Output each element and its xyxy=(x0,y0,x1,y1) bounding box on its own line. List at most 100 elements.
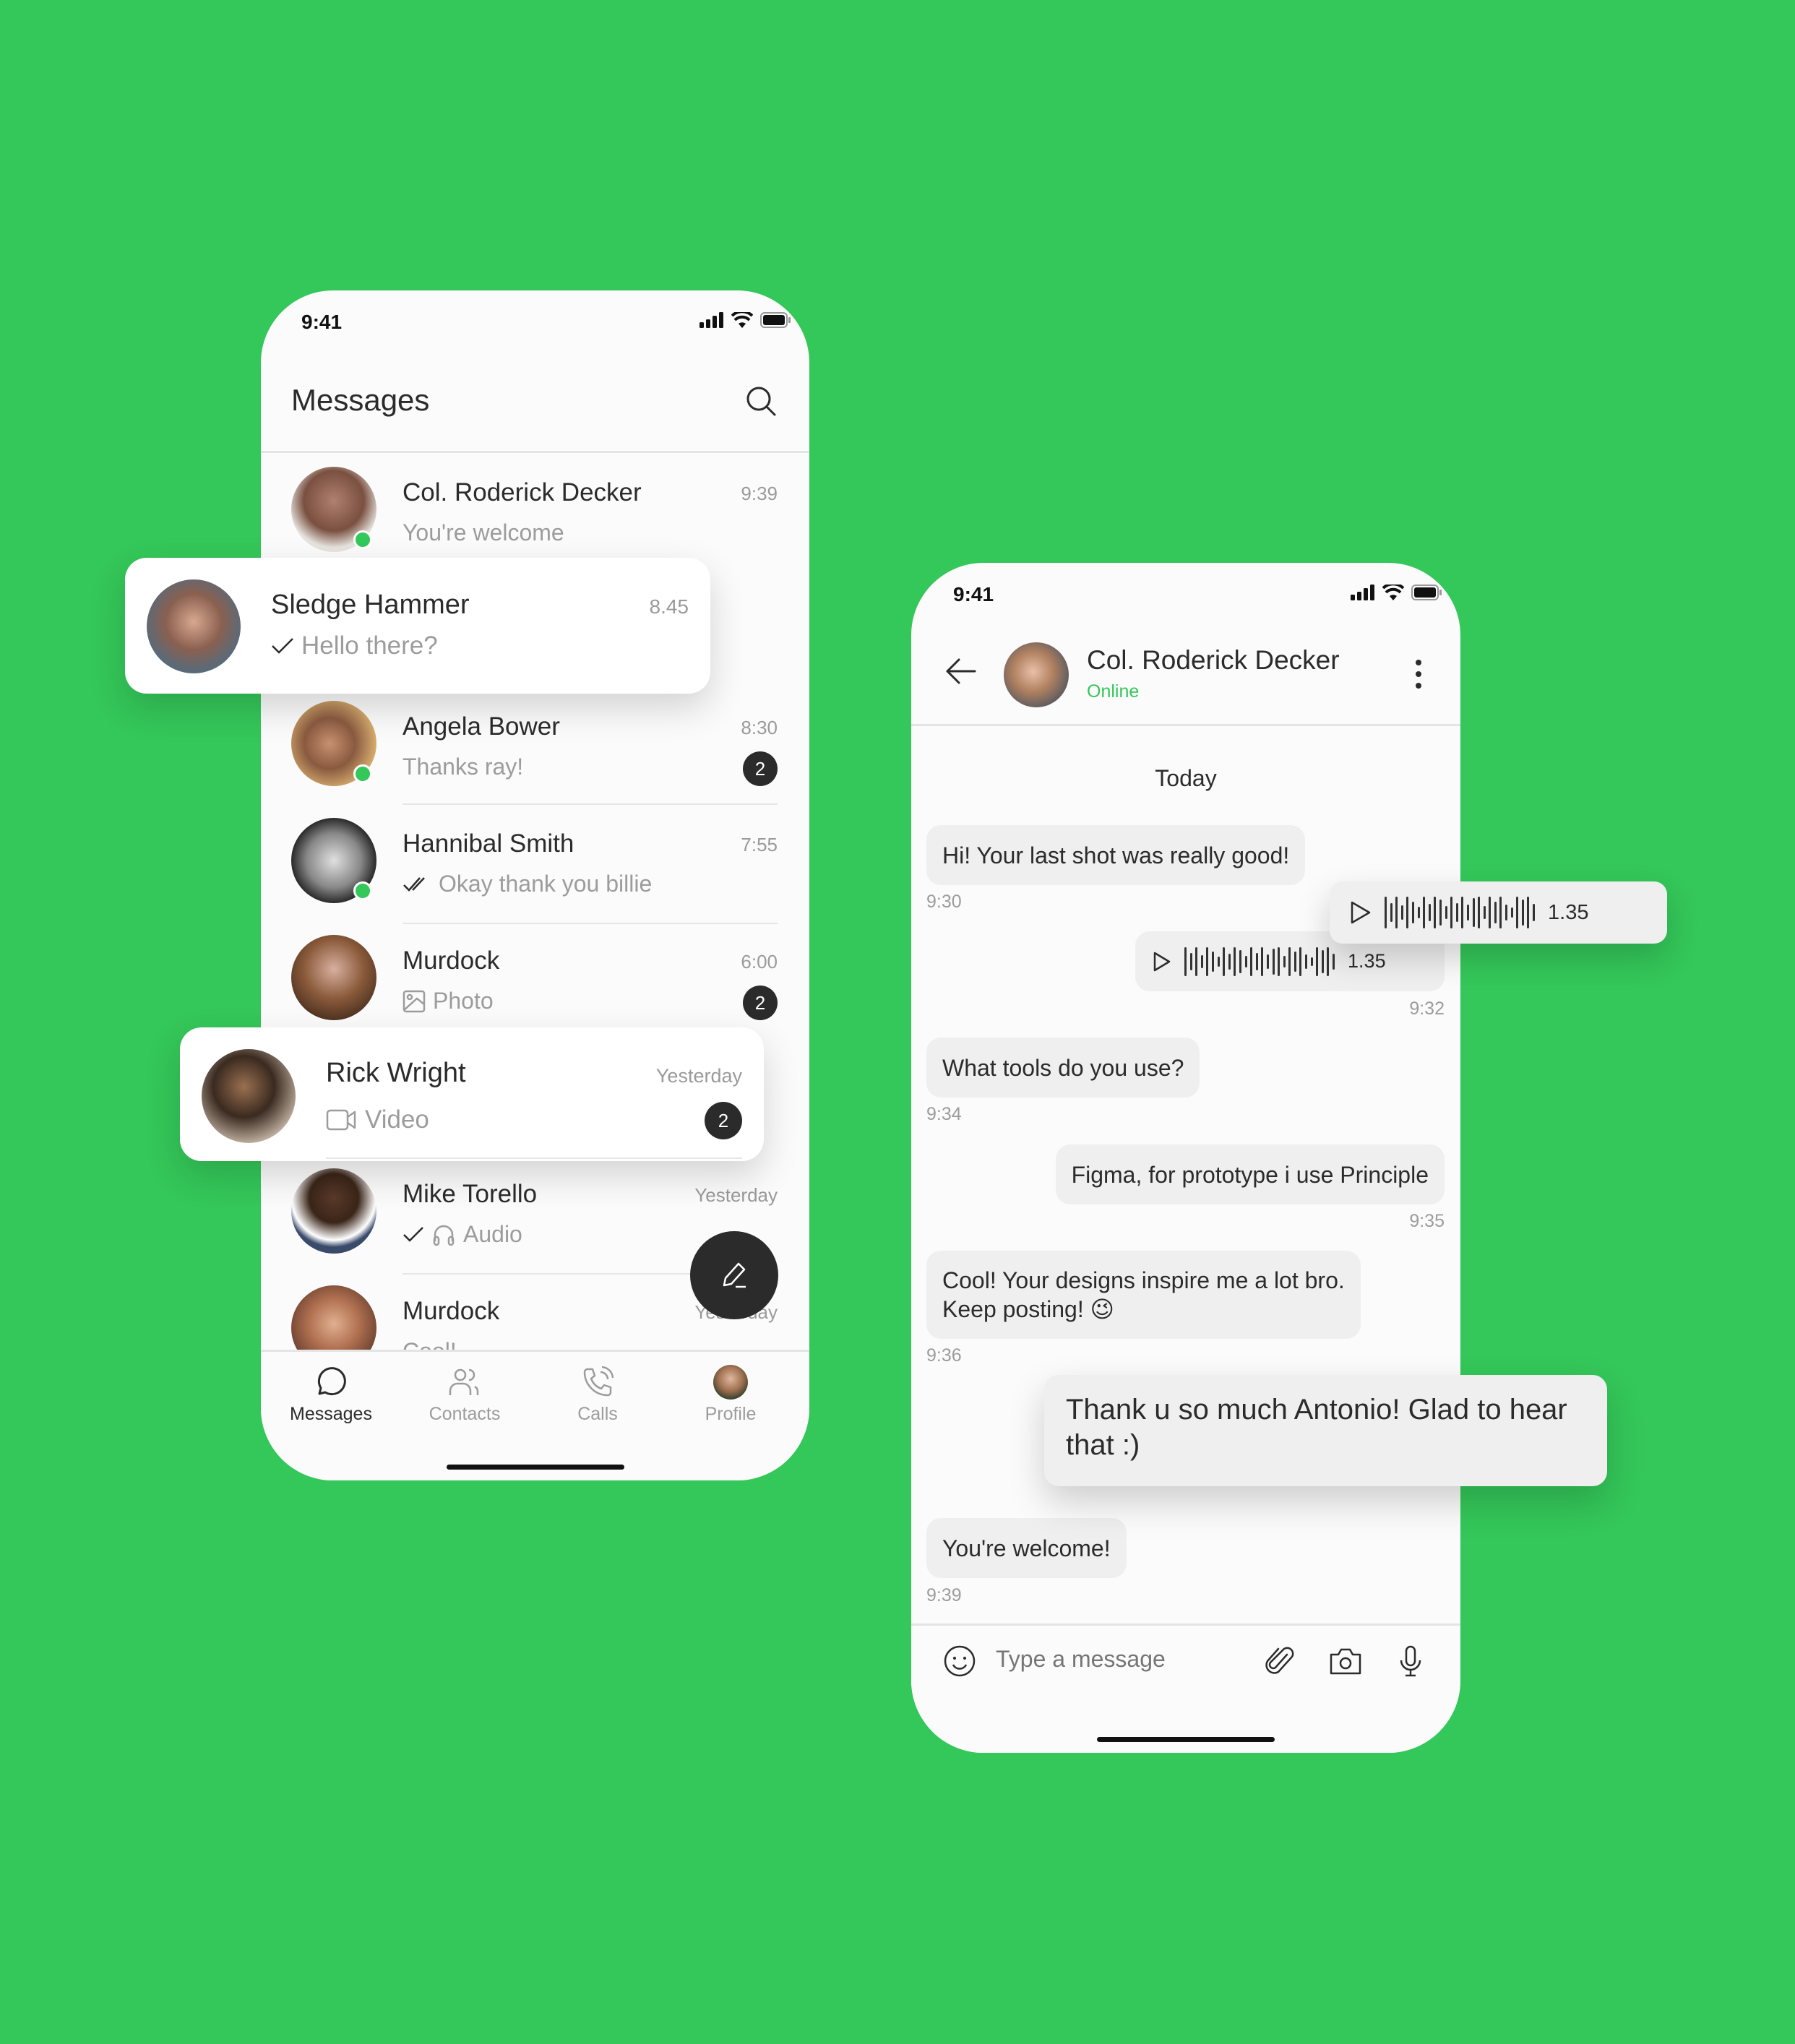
play-icon[interactable] xyxy=(1153,951,1171,973)
waveform-bar xyxy=(1439,900,1442,926)
waveform-bar xyxy=(1533,903,1536,922)
unread-badge: 2 xyxy=(743,751,778,786)
waveform-bar xyxy=(1395,897,1398,928)
waveform-bar xyxy=(1244,955,1247,967)
waveform-bar xyxy=(1483,906,1486,919)
conversation-item[interactable]: Hannibal Smith 7:55 Okay thank you billi… xyxy=(261,818,809,935)
waveform-bar xyxy=(1428,903,1431,922)
contact-avatar[interactable] xyxy=(1004,642,1069,707)
waveform-bar xyxy=(1510,907,1513,918)
paperclip-icon[interactable] xyxy=(1264,1644,1297,1678)
waveform-bar xyxy=(1406,897,1409,928)
waveform-bar xyxy=(1305,954,1308,969)
waveform-bar xyxy=(1217,956,1220,967)
tab-calls[interactable]: Calls xyxy=(533,1365,663,1425)
outgoing-message-highlighted: Thank u so much Antonio! Glad to hear th… xyxy=(1044,1375,1607,1486)
tab-messages[interactable]: Messages xyxy=(266,1365,396,1425)
chat-phone: 9:41 Col. Roderick Decker Online Today H… xyxy=(911,563,1460,1753)
waveform-bar xyxy=(1261,946,1264,976)
conversation-item-highlighted[interactable]: Rick Wright Yesterday Video 2 xyxy=(180,1027,764,1161)
audio-waveform[interactable] xyxy=(1385,896,1536,929)
waveform-bar xyxy=(1505,905,1508,920)
waveform-bar xyxy=(1200,954,1203,968)
tab-label: Profile xyxy=(705,1404,757,1424)
message-time: 9:34 xyxy=(926,1104,962,1124)
message-text: Keep posting! 😉 xyxy=(942,1296,1114,1322)
message-preview: Hello there? xyxy=(301,631,438,660)
avatar xyxy=(291,1168,376,1254)
conversation-item[interactable]: Angela Bower 8:30 Thanks ray! 2 xyxy=(261,701,809,818)
waveform-bar xyxy=(1327,946,1330,976)
back-arrow-icon[interactable] xyxy=(944,657,976,686)
waveform-bar xyxy=(1521,900,1524,926)
unread-badge: 2 xyxy=(705,1102,742,1139)
message-text: Hi! Your last shot was really good! xyxy=(942,842,1290,868)
message-time: 9:35 xyxy=(1409,1211,1445,1231)
message-text: Figma, for prototype i use Principle xyxy=(1071,1161,1429,1188)
waveform-bar xyxy=(1250,946,1253,976)
tab-profile[interactable]: Profile xyxy=(666,1365,796,1425)
waveform-bar xyxy=(1450,897,1453,928)
check-icon xyxy=(272,638,293,654)
home-indicator xyxy=(446,1465,624,1470)
waveform-bar xyxy=(1494,901,1497,924)
compose-button[interactable] xyxy=(690,1231,778,1319)
phone-icon xyxy=(583,1366,614,1397)
message-time: 9:30 xyxy=(926,892,962,912)
headphones-icon xyxy=(433,1225,455,1246)
camera-icon[interactable] xyxy=(1329,1644,1362,1678)
waveform-bar xyxy=(1411,901,1414,924)
page-title: Messages xyxy=(291,383,430,417)
waveform-bar xyxy=(1239,949,1241,973)
online-indicator xyxy=(353,530,372,549)
video-icon xyxy=(326,1109,356,1131)
waveform-bar xyxy=(1455,902,1458,923)
message-time: 9:36 xyxy=(926,1345,962,1366)
chat-bubble-icon xyxy=(317,1367,346,1396)
message-time: Yesterday xyxy=(655,1065,742,1087)
waveform-bar xyxy=(1195,946,1198,976)
message-input[interactable] xyxy=(996,1646,1213,1673)
waveform-bar xyxy=(1466,905,1469,920)
waveform-bar xyxy=(1293,951,1296,972)
row-divider xyxy=(403,803,778,805)
bottom-tab-bar: Messages Contacts Calls Profile xyxy=(261,1350,809,1480)
waveform-bar xyxy=(1278,946,1280,976)
message-time: 9:39 xyxy=(926,1585,962,1605)
waveform-bar xyxy=(1211,951,1214,972)
message-time: 8.45 xyxy=(649,595,689,618)
tab-contacts[interactable]: Contacts xyxy=(400,1365,530,1425)
message-preview: You're welcome xyxy=(403,519,564,546)
battery-icon xyxy=(760,312,791,328)
home-indicator xyxy=(1097,1737,1275,1742)
conversation-item-highlighted[interactable]: Sledge Hammer 8.45 Hello there? xyxy=(125,558,710,694)
pencil-icon xyxy=(723,1262,746,1288)
play-icon[interactable] xyxy=(1350,900,1372,925)
incoming-message: Cool! Your designs inspire me a lot bro.… xyxy=(926,1251,1361,1339)
message-time: 8:30 xyxy=(741,717,778,738)
incoming-message: You're welcome! xyxy=(926,1518,1127,1578)
waveform-bar xyxy=(1321,949,1324,973)
search-icon[interactable] xyxy=(744,384,778,418)
message-text: What tools do you use? xyxy=(942,1054,1184,1081)
avatar xyxy=(147,579,241,673)
waveform-bar xyxy=(1472,898,1475,927)
waveform-bar xyxy=(1234,946,1236,976)
microphone-icon[interactable] xyxy=(1394,1644,1427,1678)
contact-name: Hannibal Smith xyxy=(403,829,574,858)
wifi-icon xyxy=(731,312,753,328)
waveform-bar xyxy=(1489,897,1491,928)
tab-label: Messages xyxy=(290,1404,372,1424)
waveform-bar xyxy=(1206,946,1209,976)
message-composer xyxy=(911,1623,1460,1753)
audio-waveform[interactable] xyxy=(1184,946,1335,978)
message-preview: Audio xyxy=(463,1221,522,1247)
message-text: Thank u so much Antonio! Glad to hear th… xyxy=(1066,1394,1567,1461)
online-indicator xyxy=(353,881,372,900)
more-options-icon[interactable] xyxy=(1414,658,1423,690)
contact-name: Sledge Hammer xyxy=(271,590,470,620)
emoji-icon[interactable] xyxy=(943,1644,976,1678)
header-divider xyxy=(261,451,809,453)
waveform-bar xyxy=(1385,897,1387,928)
tab-label: Calls xyxy=(577,1404,618,1424)
